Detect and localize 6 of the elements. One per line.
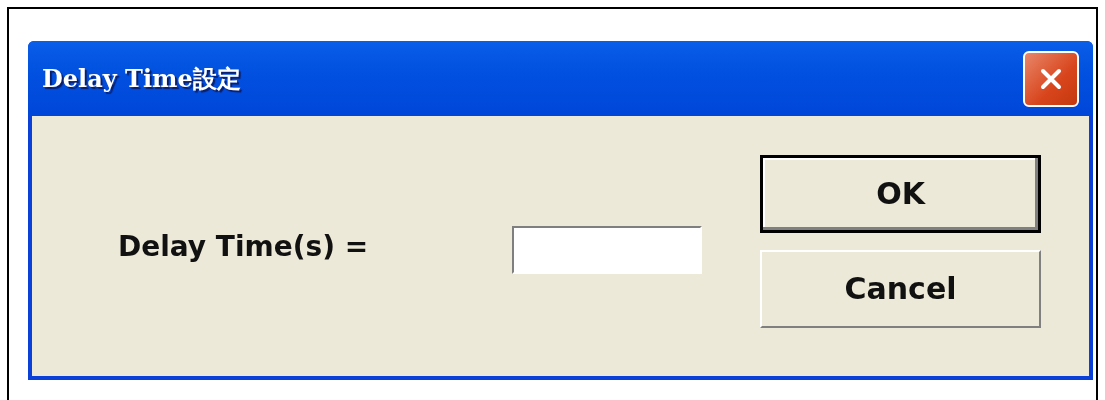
dialog-button[interactable]: Cancel [760, 249, 1041, 328]
input-field[interactable] [512, 226, 702, 274]
close-button[interactable] [1023, 50, 1079, 107]
window-title: Delay Time設定 [42, 62, 241, 95]
dialog-button[interactable]: OK [760, 154, 1041, 233]
field-label: Delay Time(s) = [118, 229, 370, 263]
